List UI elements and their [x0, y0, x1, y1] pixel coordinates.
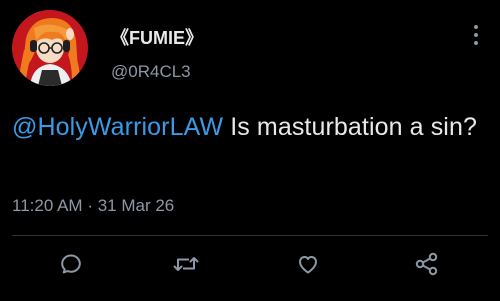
more-dot [474, 25, 478, 29]
tweet-date[interactable]: 31 Mar 26 [98, 196, 175, 215]
like-button[interactable] [295, 251, 321, 277]
retweet-icon [173, 257, 199, 271]
tweet-body: Is masturbation a sin? [223, 113, 477, 141]
tweet-timestamp: 11:20 AM · 31 Mar 26 [12, 195, 174, 217]
avatar-image [12, 10, 88, 86]
reply-icon [61, 254, 81, 274]
tweet-time[interactable]: 11:20 AM [12, 196, 83, 215]
display-name[interactable]: 《FUMIE》 [111, 27, 203, 49]
share-icon [415, 252, 438, 276]
meta-separator: · [87, 196, 93, 215]
retweet-button[interactable] [173, 251, 199, 277]
like-icon [299, 256, 317, 274]
share-button[interactable] [414, 251, 440, 277]
more-options-icon[interactable] [466, 22, 486, 48]
more-dot [474, 33, 478, 37]
user-handle[interactable]: @0R4CL3 [111, 61, 191, 83]
divider [12, 235, 488, 236]
mention-link[interactable]: @HolyWarriorLAW [12, 113, 223, 141]
reply-button[interactable] [58, 251, 84, 277]
more-dot [474, 41, 478, 45]
avatar[interactable] [12, 10, 88, 86]
tweet-text: @HolyWarriorLAW Is masturbation a sin? [12, 110, 488, 144]
